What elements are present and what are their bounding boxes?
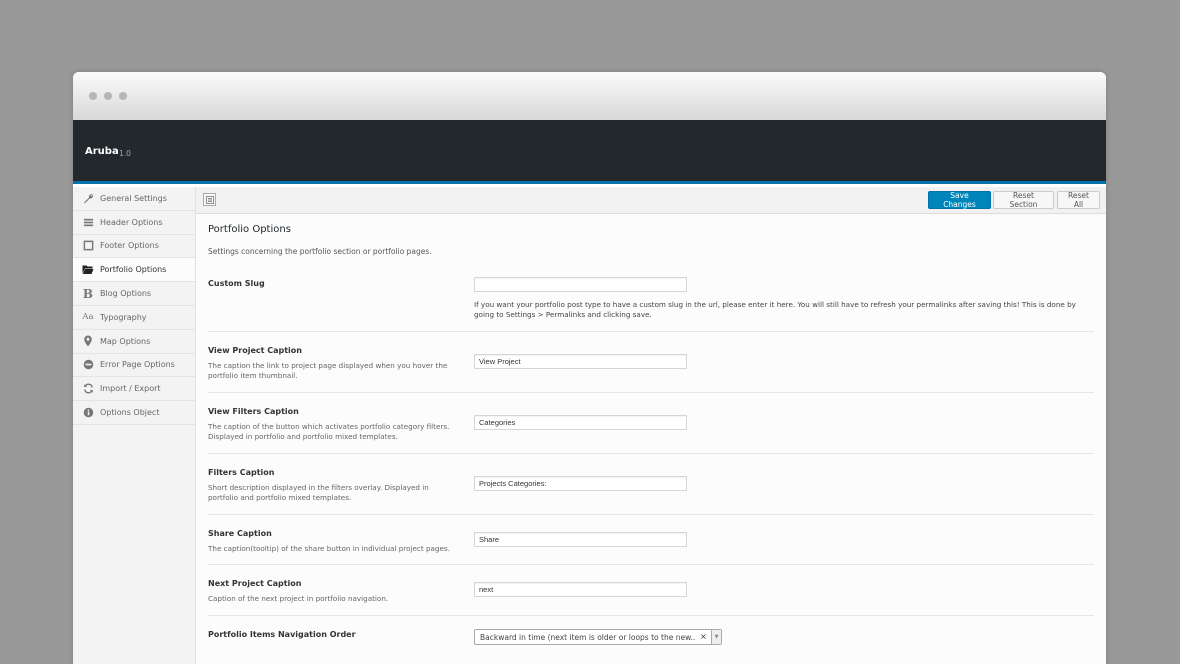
sidebar-item-label: Blog Options [100, 289, 152, 299]
navigation-order-select[interactable]: Backward in time (next item is older or … [474, 629, 722, 645]
wrench-icon [82, 192, 94, 204]
option-row-custom-slug: Custom Slug If you want your portfolio p… [208, 263, 1094, 332]
section-description: Settings concerning the portfolio sectio… [208, 247, 432, 256]
window-dot-close[interactable] [89, 92, 97, 100]
option-description: Short description displayed in the filte… [208, 483, 429, 502]
sidebar-item-typography[interactable]: Aa Typography [73, 306, 195, 330]
options-header: Aruba 1.0 [73, 120, 1106, 184]
expand-options-button[interactable] [203, 193, 216, 206]
save-changes-button[interactable]: Save Changes [928, 191, 991, 209]
view-filters-caption-input[interactable] [474, 415, 687, 430]
option-description: The caption the link to project page dis… [208, 361, 448, 380]
sidebar-item-label: General Settings [100, 193, 167, 203]
reset-all-button[interactable]: Reset All [1057, 191, 1100, 209]
window-dot-minimize[interactable] [104, 92, 112, 100]
sidebar-item-label: Typography [100, 312, 147, 322]
option-label: View Project Caption [208, 346, 302, 355]
refresh-icon [82, 383, 94, 395]
sidebar-item-header-options[interactable]: Header Options [73, 211, 195, 235]
option-label: Portfolio Items Navigation Order [208, 630, 356, 639]
filters-caption-input[interactable] [474, 476, 687, 491]
window-dot-maximize[interactable] [119, 92, 127, 100]
reset-section-button[interactable]: Reset Section [993, 191, 1054, 209]
sidebar-item-error-page-options[interactable]: Error Page Options [73, 354, 195, 378]
option-row-next-project-caption: Next Project Caption Caption of the next… [208, 565, 1094, 616]
option-description: Caption of the next project in portfolio… [208, 594, 389, 603]
option-help-text: If you want your portfolio post type to … [474, 300, 1076, 319]
typography-aa-icon: Aa [82, 312, 94, 323]
sidebar-item-label: Portfolio Options [100, 265, 167, 275]
minus-circle-icon [82, 359, 94, 371]
sidebar-item-label: Map Options [100, 336, 151, 346]
options-panel: General Settings Header Options Footer O… [73, 187, 1106, 664]
option-label: Custom Slug [208, 279, 265, 288]
option-label: View Filters Caption [208, 407, 299, 416]
option-row-share-caption: Share Caption The caption(tooltip) of th… [208, 515, 1094, 565]
next-project-caption-input[interactable] [474, 582, 687, 597]
info-circle-icon [82, 407, 94, 419]
option-label: Next Project Caption [208, 579, 302, 588]
option-row-filters-caption: Filters Caption Short description displa… [208, 454, 1094, 515]
option-row-view-filters-caption: View Filters Caption The caption of the … [208, 393, 1094, 454]
sidebar-item-label: Import / Export [100, 384, 161, 394]
option-row-navigation-order: Portfolio Items Navigation Order Backwar… [208, 616, 1094, 664]
option-label: Filters Caption [208, 468, 275, 477]
sidebar-item-label: Error Page Options [100, 360, 175, 370]
clear-icon[interactable]: × [700, 632, 707, 641]
view-project-caption-input[interactable] [474, 354, 687, 369]
map-marker-icon [82, 335, 94, 347]
toolbar: Save Changes Reset Section Reset All [196, 187, 1106, 214]
bars-icon [82, 216, 94, 228]
sidebar-item-map-options[interactable]: Map Options [73, 330, 195, 354]
app-version: 1.0 [119, 149, 131, 158]
main-content: Save Changes Reset Section Reset All Por… [196, 187, 1106, 664]
share-caption-input[interactable] [474, 532, 687, 547]
square-icon [82, 240, 94, 252]
browser-window: Aruba 1.0 General Settings Header Option… [73, 72, 1106, 664]
option-description: The caption(tooltip) of the share button… [208, 544, 450, 553]
select-value: Backward in time (next item is older or … [480, 633, 696, 642]
option-row-view-project-caption: View Project Caption The caption the lin… [208, 332, 1094, 393]
sidebar-item-import-export[interactable]: Import / Export [73, 377, 195, 402]
sidebar-item-label: Footer Options [100, 241, 159, 251]
app-title: Aruba [85, 146, 119, 157]
custom-slug-input[interactable] [474, 277, 687, 292]
sidebar-item-label: Header Options [100, 217, 163, 227]
option-label: Share Caption [208, 529, 272, 538]
list-icon [205, 195, 214, 204]
sidebar-item-label: Options Object [100, 408, 160, 418]
sidebar-item-footer-options[interactable]: Footer Options [73, 235, 195, 259]
window-chrome [73, 72, 1106, 120]
folder-open-icon [82, 264, 94, 276]
chevron-down-icon[interactable]: ▼ [711, 630, 721, 644]
sidebar-item-portfolio-options[interactable]: Portfolio Options [73, 258, 195, 283]
sidebar-item-general-settings[interactable]: General Settings [73, 187, 195, 211]
bold-b-icon: B [82, 286, 94, 301]
sidebar-item-options-object[interactable]: Options Object [73, 401, 195, 425]
option-description: The caption of the button which activate… [208, 422, 450, 441]
sidebar: General Settings Header Options Footer O… [73, 187, 196, 664]
section-title: Portfolio Options [208, 224, 291, 235]
sidebar-item-blog-options[interactable]: B Blog Options [73, 282, 195, 306]
